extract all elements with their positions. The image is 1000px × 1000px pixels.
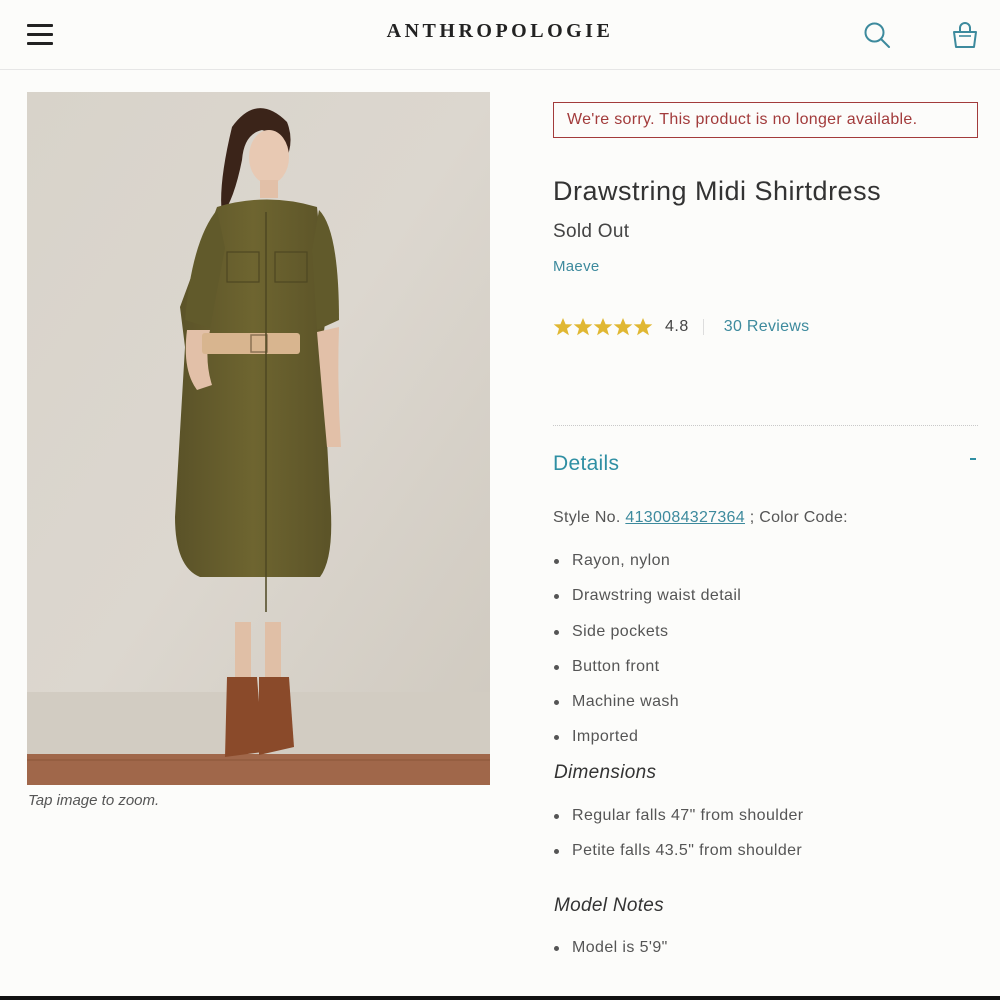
zoom-hint: Tap image to zoom. <box>28 792 160 809</box>
star-rating <box>553 317 653 337</box>
list-item: Button front <box>553 656 741 691</box>
star-icon <box>633 318 653 336</box>
product-status: Sold Out <box>553 221 630 242</box>
bottom-border <box>0 996 1000 1000</box>
collapse-icon[interactable] <box>970 458 976 460</box>
style-label: Style No. <box>553 509 621 526</box>
list-item: Drawstring waist detail <box>553 585 741 620</box>
list-item: Model is 5'9" <box>553 937 668 972</box>
dimensions-list: Regular falls 47" from shoulder Petite f… <box>553 805 804 876</box>
brand-link[interactable]: Maeve <box>553 258 600 275</box>
rating-divider <box>702 319 704 335</box>
star-icon <box>553 318 573 336</box>
site-logo[interactable]: ANTHROPOLOGIE <box>0 20 1000 43</box>
style-number-link[interactable]: 4130084327364 <box>625 509 745 526</box>
star-icon <box>593 318 613 336</box>
availability-alert: We're sorry. This product is no longer a… <box>553 102 978 138</box>
site-header: ANTHROPOLOGIE <box>0 0 1000 70</box>
list-item: Petite falls 43.5" from shoulder <box>553 840 804 875</box>
shopping-bag-icon[interactable] <box>950 20 980 50</box>
product-rating: 4.8 30 Reviews <box>553 316 809 338</box>
rating-value: 4.8 <box>665 318 689 335</box>
details-accordion-header[interactable]: Details <box>553 452 978 482</box>
reviews-link[interactable]: 30 Reviews <box>724 318 810 336</box>
feature-list: Rayon, nylon Drawstring waist detail Sid… <box>553 550 741 762</box>
style-number-line: Style No. 4130084327364 ; Color Code: <box>553 509 848 527</box>
details-title: Details <box>553 452 620 475</box>
section-divider <box>553 425 978 426</box>
star-icon <box>573 318 593 336</box>
list-item: Side pockets <box>553 621 741 656</box>
model-notes-list: Model is 5'9" <box>553 937 668 972</box>
star-icon <box>613 318 633 336</box>
product-title: Drawstring Midi Shirtdress <box>553 176 882 206</box>
search-icon[interactable] <box>862 20 892 50</box>
list-item: Rayon, nylon <box>553 550 741 585</box>
list-item: Regular falls 47" from shoulder <box>553 805 804 840</box>
list-item: Imported <box>553 726 741 761</box>
product-image[interactable] <box>27 92 490 785</box>
color-code-label: ; Color Code: <box>749 509 848 526</box>
product-photo-illustration <box>27 92 490 785</box>
dimensions-heading: Dimensions <box>554 762 657 783</box>
model-notes-heading: Model Notes <box>554 895 664 916</box>
list-item: Machine wash <box>553 691 741 726</box>
